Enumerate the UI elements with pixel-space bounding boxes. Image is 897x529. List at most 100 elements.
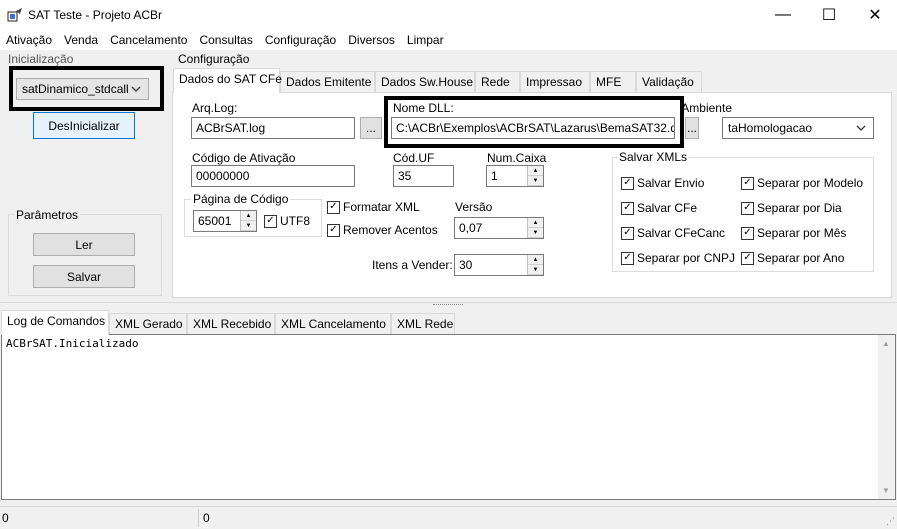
separar-mes-checkbox[interactable]: ✓ Separar por Mês (741, 226, 846, 240)
nome-dll-browse-button[interactable]: ... (685, 117, 699, 139)
init-group-label: Inicialização (8, 52, 74, 66)
num-caixa-spinner[interactable]: 1 ▲ ▼ (486, 165, 544, 187)
salvar-cfecanc-checkbox[interactable]: ✓ Salvar CFeCanc (621, 226, 725, 240)
pagina-codigo-spinner[interactable]: 65001 ▲ ▼ (193, 210, 257, 232)
remover-acentos-checkbox[interactable]: ✓ Remover Acentos (327, 223, 438, 237)
scroll-up-icon[interactable]: ▲ (882, 339, 890, 348)
checkmark-icon: ✓ (327, 223, 340, 237)
checkmark-icon: ✓ (741, 251, 754, 265)
formatar-xml-label: Formatar XML (343, 200, 420, 214)
cod-uf-label: Cód.UF (393, 151, 435, 165)
separar-ano-checkbox[interactable]: ✓ Separar por Ano (741, 251, 844, 265)
tab-dados-sw-house[interactable]: Dados Sw.House (375, 71, 475, 92)
arq-log-browse-button[interactable]: ... (360, 117, 382, 139)
ler-button[interactable]: Ler (33, 233, 135, 256)
itens-vender-value: 30 (459, 258, 473, 272)
formatar-xml-checkbox[interactable]: ✓ Formatar XML (327, 200, 420, 214)
spin-up-icon[interactable]: ▲ (241, 211, 256, 221)
splitter-grip-icon (433, 304, 463, 307)
ambiente-select[interactable]: taHomologacao (722, 117, 874, 139)
menu-bar: Ativação Venda Cancelamento Consultas Co… (0, 30, 897, 50)
separar-dia-checkbox[interactable]: ✓ Separar por Dia (741, 201, 842, 215)
minimize-button[interactable]: — (760, 0, 806, 30)
num-caixa-value: 1 (491, 169, 498, 183)
utf8-checkbox[interactable]: ✓ UTF8 (264, 214, 310, 228)
acbr-app-icon (7, 8, 22, 22)
status-bar: 0 0 ⋰ (0, 506, 897, 529)
ambiente-select-value: taHomologacao (728, 121, 813, 135)
salvar-envio-checkbox[interactable]: ✓ Salvar Envio (621, 176, 704, 190)
separar-modelo-checkbox[interactable]: ✓ Separar por Modelo (741, 176, 863, 190)
spin-up-icon[interactable]: ▲ (528, 255, 543, 265)
tab-xml-gerado[interactable]: XML Gerado (109, 313, 187, 334)
checkmark-icon: ✓ (264, 214, 277, 228)
checkbox-label: Salvar Envio (637, 176, 705, 190)
close-button[interactable]: ✕ (852, 0, 897, 30)
spin-down-icon[interactable]: ▼ (528, 228, 543, 238)
model-select[interactable]: satDinamico_stdcall (16, 78, 149, 100)
params-group-label: Parâmetros (14, 208, 81, 222)
salvar-xmls-label: Salvar XMLs (617, 150, 690, 164)
log-scrollbar[interactable]: ▲ ▼ (878, 335, 895, 499)
maximize-button[interactable]: ☐ (806, 0, 852, 30)
checkmark-icon: ✓ (741, 176, 754, 190)
tab-xml-cancelamento[interactable]: XML Cancelamento (275, 313, 391, 334)
checkmark-icon: ✓ (327, 200, 340, 214)
nome-dll-input[interactable]: C:\ACBr\Exemplos\ACBrSAT\Lazarus\BemaSAT… (391, 117, 675, 139)
codigo-ativacao-input[interactable]: 00000000 (191, 165, 355, 187)
checkbox-label: Separar por CNPJ (637, 251, 736, 265)
menu-diversos[interactable]: Diversos (342, 30, 401, 50)
spin-down-icon[interactable]: ▼ (528, 265, 543, 275)
remover-acentos-label: Remover Acentos (343, 223, 438, 237)
itens-vender-spinner[interactable]: 30 ▲ ▼ (454, 254, 544, 276)
menu-limpar[interactable]: Limpar (401, 30, 450, 50)
checkmark-icon: ✓ (621, 201, 634, 215)
minimize-icon: — (775, 6, 791, 23)
resize-grip-icon[interactable]: ⋰ (886, 516, 895, 527)
utf8-label: UTF8 (280, 214, 310, 228)
salvar-cfe-checkbox[interactable]: ✓ Salvar CFe (621, 201, 697, 215)
menu-cancelamento[interactable]: Cancelamento (104, 30, 193, 50)
salvar-button[interactable]: Salvar (33, 265, 135, 288)
num-caixa-label: Num.Caixa (487, 151, 547, 165)
scroll-down-icon[interactable]: ▼ (882, 486, 890, 495)
close-icon: ✕ (868, 7, 882, 24)
menu-ativacao[interactable]: Ativação (0, 30, 58, 50)
tab-validacao[interactable]: Validação (636, 71, 702, 92)
checkbox-label: Separar por Mês (757, 226, 847, 240)
chevron-down-icon (856, 125, 866, 131)
spin-up-icon[interactable]: ▲ (528, 166, 543, 176)
tab-xml-recebido[interactable]: XML Recebido (187, 313, 275, 334)
tab-xml-rede[interactable]: XML Rede (391, 313, 455, 334)
tab-impressao[interactable]: Impressao (520, 71, 590, 92)
spin-up-icon[interactable]: ▲ (528, 218, 543, 228)
tab-rede[interactable]: Rede (475, 71, 520, 92)
tab-dados-emitente[interactable]: Dados Emitente (280, 71, 375, 92)
versao-spinner[interactable]: 0,07 ▲ ▼ (454, 217, 544, 239)
versao-label: Versão (455, 200, 493, 214)
log-memo[interactable]: ACBrSAT.Inicializado ▲ ▼ (1, 334, 896, 500)
menu-configuracao[interactable]: Configuração (259, 30, 342, 50)
spin-down-icon[interactable]: ▼ (528, 176, 543, 186)
deinit-button[interactable]: DesInicializar (33, 112, 135, 139)
spin-down-icon[interactable]: ▼ (241, 221, 256, 231)
tab-mfe[interactable]: MFE (590, 71, 636, 92)
tab-log-comandos[interactable]: Log de Comandos (1, 310, 109, 335)
arq-log-input[interactable]: ACBrSAT.log (191, 117, 355, 139)
checkmark-icon: ✓ (621, 251, 634, 265)
window-title: SAT Teste - Projeto ACBr (28, 8, 163, 22)
checkmark-icon: ✓ (741, 226, 754, 240)
codigo-ativacao-label: Código de Ativação (192, 151, 296, 165)
itens-vender-label: Itens a Vender: (372, 258, 453, 272)
splitter[interactable] (0, 302, 897, 308)
checkmark-icon: ✓ (741, 201, 754, 215)
maximize-icon: ☐ (821, 7, 837, 24)
separar-cnpj-checkbox[interactable]: ✓ Separar por CNPJ (621, 251, 735, 265)
tab-dados-sat-cfe[interactable]: Dados do SAT CFe (173, 68, 282, 93)
menu-venda[interactable]: Venda (58, 30, 104, 50)
menu-consultas[interactable]: Consultas (193, 30, 258, 50)
pagina-codigo-label: Página de Código (191, 192, 291, 206)
nome-dll-label: Nome DLL: (393, 101, 454, 115)
status-left: 0 (2, 511, 9, 525)
cod-uf-input[interactable]: 35 (393, 165, 454, 187)
